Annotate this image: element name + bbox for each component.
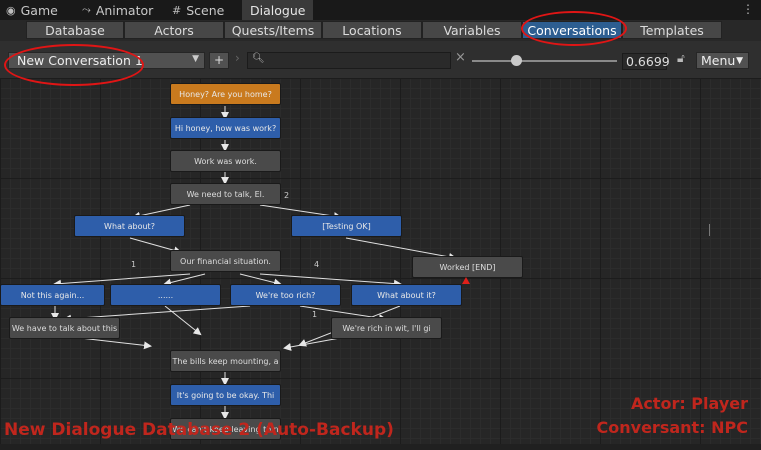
dialogue-node-npc[interactable]: The bills keep mounting, a: [170, 350, 281, 372]
gamepad-icon: ◉: [6, 3, 16, 17]
tab-actors[interactable]: Actors: [124, 21, 224, 39]
dialogue-node-npc[interactable]: We're rich in wit, I'll gi: [331, 317, 442, 339]
canvas-marker: [709, 224, 710, 236]
warning-marker-icon: [462, 277, 470, 284]
zoom-field[interactable]: 0.6699: [622, 53, 670, 70]
link-order-label: 1: [131, 260, 137, 269]
link-line: [283, 337, 341, 351]
dialogue-node-start[interactable]: Honey? Are you home?: [170, 83, 281, 105]
link-order-label: 4: [314, 260, 320, 269]
dialogue-node-npc[interactable]: We have to talk about this: [9, 317, 120, 339]
link-order-label: 1: [312, 310, 318, 319]
dialogue-node-player[interactable]: What about?: [74, 215, 185, 237]
link-line: [79, 337, 152, 350]
window-tab-game[interactable]: ◉ Game: [6, 0, 58, 20]
dropdown-arrow-icon: ▼: [192, 54, 199, 64]
actor-watermark: Actor: Player: [630, 394, 748, 413]
menu-dropdown[interactable]: Menu ▼: [696, 52, 749, 69]
node-canvas[interactable]: Honey? Are you home? Hi honey, how was w…: [0, 78, 761, 450]
database-watermark: New Dialogue Database 2 (Auto-Backup): [4, 420, 394, 440]
dialogue-node-player[interactable]: What about it?: [351, 284, 462, 306]
link-line: [345, 237, 457, 261]
window-tab-scene[interactable]: # Scene: [172, 0, 224, 20]
window-tab-dialogue[interactable]: Dialogue: [242, 0, 314, 20]
search-input[interactable]: 🔍︎: [247, 52, 451, 69]
dialogue-node-player[interactable]: We're too rich?: [230, 284, 341, 306]
tab-variables[interactable]: Variables: [422, 21, 522, 39]
dialogue-node-player[interactable]: Not this again...: [0, 284, 105, 306]
tab-locations[interactable]: Locations: [322, 21, 422, 39]
grid-icon: #: [172, 3, 182, 17]
search-icon: 🔍︎: [252, 53, 265, 64]
bottom-tab-strip: [0, 444, 761, 450]
dialogue-node-player[interactable]: It's going to be okay. Thi: [170, 384, 281, 406]
zoom-slider-handle[interactable]: [511, 55, 522, 66]
animator-icon: ⤳: [82, 3, 91, 16]
window-tab-bar: ◉ Game ⤳ Animator # Scene Dialogue ⋮: [0, 0, 761, 20]
window-tab-animator[interactable]: ⤳ Animator: [82, 0, 153, 20]
tab-database[interactable]: Database: [26, 21, 124, 39]
lock-icon[interactable]: 🔓︎: [677, 51, 685, 66]
add-conversation-button[interactable]: +: [209, 52, 229, 69]
more-options-icon[interactable]: ⋮: [742, 2, 755, 16]
separator-icon: ›: [235, 51, 240, 65]
zoom-slider-track[interactable]: [472, 60, 617, 62]
dialogue-node-npc[interactable]: We need to talk, El.: [170, 183, 281, 205]
tab-templates[interactable]: Templates: [622, 21, 722, 39]
clear-search-icon[interactable]: ×: [455, 50, 466, 65]
dialogue-node-npc[interactable]: Worked [END]: [412, 256, 523, 278]
dialogue-node-npc[interactable]: Work was work.: [170, 150, 281, 172]
annotation-circle-conversation: [4, 44, 144, 86]
annotation-circle-tab: [521, 11, 627, 46]
link-line: [259, 273, 402, 288]
link-order-label: 2: [284, 191, 290, 200]
dialogue-node-player[interactable]: ......: [110, 284, 221, 306]
dialogue-node-player[interactable]: [Testing OK]: [291, 215, 402, 237]
conversant-watermark: Conversant: NPC: [596, 418, 748, 437]
tab-quests-items[interactable]: Quests/Items: [224, 21, 322, 39]
dialogue-node-npc[interactable]: Our financial situation.: [170, 250, 281, 272]
editor-toolbar: Database Actors Quests/Items Locations V…: [0, 20, 761, 41]
dialogue-node-player[interactable]: Hi honey, how was work?: [170, 117, 281, 139]
dropdown-arrow-icon: ▼: [736, 56, 743, 66]
